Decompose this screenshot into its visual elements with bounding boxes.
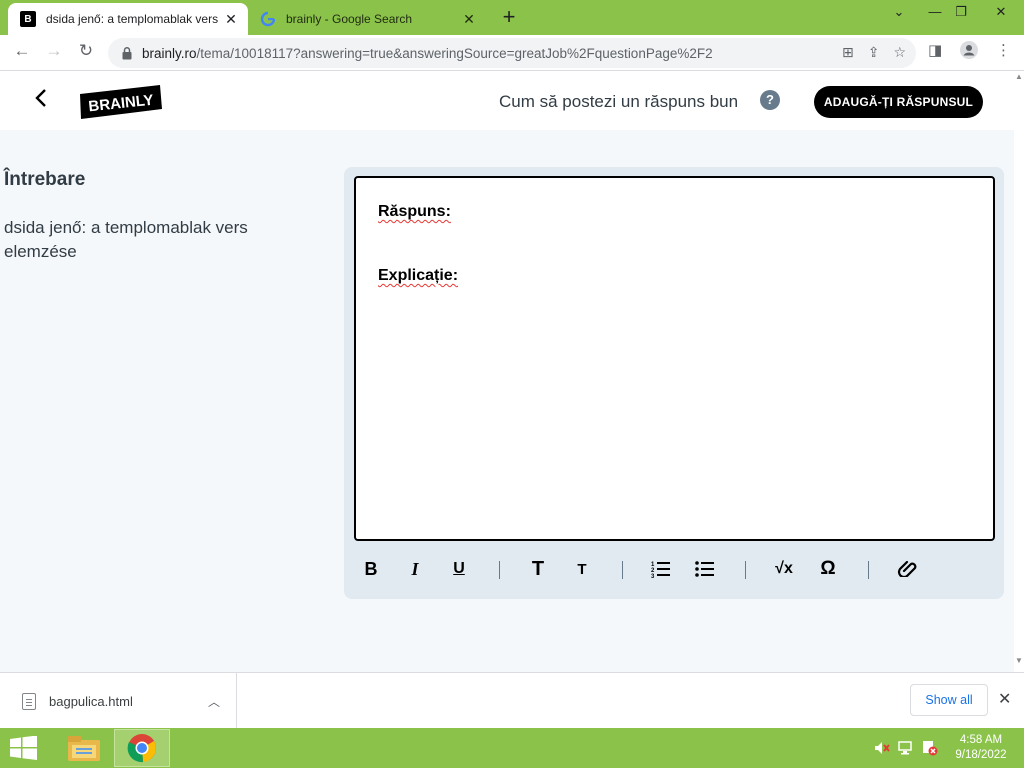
- profile-avatar-icon[interactable]: [960, 41, 978, 63]
- windows-taskbar: 4:58 AM 9/18/2022: [0, 728, 1024, 768]
- answer-label: Răspuns:: [378, 203, 451, 220]
- action-center-alert-icon[interactable]: [922, 740, 938, 759]
- chrome-taskbar-icon[interactable]: [114, 729, 170, 767]
- translate-icon[interactable]: ⊞: [842, 44, 854, 61]
- scroll-up-arrow-icon[interactable]: ▲: [1014, 72, 1024, 82]
- bookmark-star-icon[interactable]: ☆: [893, 44, 906, 61]
- explanation-label: Explicație:: [378, 267, 459, 284]
- brainly-favicon-icon: B: [20, 11, 36, 27]
- windows-start-icon[interactable]: [10, 735, 38, 760]
- heading-small-icon[interactable]: T: [569, 556, 595, 582]
- google-favicon-icon: [260, 11, 276, 27]
- question-text: dsida jenő: a templomablak vers elemzése: [4, 218, 248, 261]
- lock-icon: [120, 46, 134, 60]
- forward-arrow-icon[interactable]: →: [42, 41, 66, 61]
- question-heading: Întrebare: [4, 169, 86, 190]
- file-explorer-taskbar-icon[interactable]: [56, 729, 112, 767]
- side-panel-icon[interactable]: ◨: [928, 41, 942, 59]
- toolbar-divider: [622, 561, 623, 579]
- download-file-name: bagpulica.html: [49, 693, 133, 709]
- download-item[interactable]: bagpulica.html ︿: [0, 673, 237, 729]
- scroll-down-arrow-icon[interactable]: ▼: [1014, 656, 1024, 666]
- underline-icon[interactable]: U: [446, 556, 472, 582]
- menu-kebab-icon[interactable]: ⋮: [996, 41, 1011, 59]
- tab-brainly-question[interactable]: B dsida jenő: a templomablak vers ✕: [8, 3, 248, 35]
- chevron-up-icon[interactable]: ︿: [208, 693, 220, 710]
- close-tab-icon[interactable]: ✕: [222, 11, 240, 28]
- restore-icon[interactable]: ❐: [946, 4, 976, 20]
- show-all-downloads-button[interactable]: Show all: [910, 684, 988, 716]
- formatting-toolbar: B I U T T 123 √x Ω: [354, 552, 995, 588]
- network-icon[interactable]: [898, 740, 914, 759]
- downloads-bar: bagpulica.html ︿ Show all ✕: [0, 672, 1024, 729]
- special-characters-icon[interactable]: Ω: [815, 556, 841, 582]
- clock-date: 9/18/2022: [955, 749, 1007, 761]
- answer-editor-panel: Răspuns: Explicație: B I U T T 123 √x Ω: [344, 167, 1004, 599]
- numbered-list-icon[interactable]: 123: [648, 556, 674, 582]
- browser-toolbar: ← → ↻ brainly.ro/tema/10018117?answering…: [0, 35, 1024, 71]
- back-chevron-icon[interactable]: [34, 88, 48, 114]
- italic-icon[interactable]: I: [402, 556, 428, 582]
- back-arrow-icon[interactable]: ←: [10, 41, 34, 61]
- volume-muted-icon[interactable]: [874, 740, 890, 759]
- answer-text-area[interactable]: Răspuns: Explicație:: [354, 176, 995, 541]
- add-answer-button[interactable]: ADAUGĂ-ȚI RĂSPUNSUL: [814, 86, 983, 118]
- tab-title: brainly - Google Search: [286, 12, 413, 26]
- browser-tab-strip: B dsida jenő: a templomablak vers ✕ brai…: [0, 0, 1024, 35]
- bold-icon[interactable]: B: [358, 556, 384, 582]
- site-header: BRAINLY Cum să postezi un răspuns bun ? …: [0, 72, 1014, 130]
- brainly-logo[interactable]: BRAINLY: [80, 85, 162, 119]
- how-to-answer-link[interactable]: Cum să postezi un răspuns bun: [499, 92, 738, 112]
- heading-large-icon[interactable]: T: [525, 556, 551, 582]
- reload-icon[interactable]: ↻: [74, 41, 98, 61]
- system-clock[interactable]: 4:58 AM 9/18/2022: [952, 733, 1010, 763]
- new-tab-button[interactable]: +: [498, 6, 520, 28]
- help-icon[interactable]: ?: [760, 90, 780, 110]
- bullet-list-icon[interactable]: [692, 556, 718, 582]
- address-bar[interactable]: brainly.ro/tema/10018117?answering=true&…: [108, 38, 916, 68]
- close-window-icon[interactable]: ✕: [986, 4, 1016, 20]
- share-icon[interactable]: ⇪: [868, 44, 880, 61]
- answer-page-body: Întrebare dsida jenő: a templomablak ver…: [0, 130, 1014, 672]
- toolbar-divider: [868, 561, 869, 579]
- close-downloads-bar-icon[interactable]: ✕: [998, 689, 1011, 709]
- tab-title: dsida jenő: a templomablak vers: [46, 12, 219, 26]
- attachment-icon[interactable]: [894, 556, 920, 582]
- file-icon: [22, 692, 36, 710]
- svg-text:3: 3: [651, 574, 655, 578]
- toolbar-divider: [499, 561, 500, 579]
- tab-search-chevron-icon[interactable]: ⌄: [884, 4, 914, 20]
- tab-google-search[interactable]: brainly - Google Search ✕: [250, 3, 486, 35]
- toolbar-divider: [745, 561, 746, 579]
- url-text: brainly.ro/tema/10018117?answering=true&…: [142, 45, 713, 61]
- clock-time: 4:58 AM: [959, 734, 1003, 746]
- math-formula-icon[interactable]: √x: [771, 556, 797, 582]
- close-tab-icon[interactable]: ✕: [460, 11, 478, 28]
